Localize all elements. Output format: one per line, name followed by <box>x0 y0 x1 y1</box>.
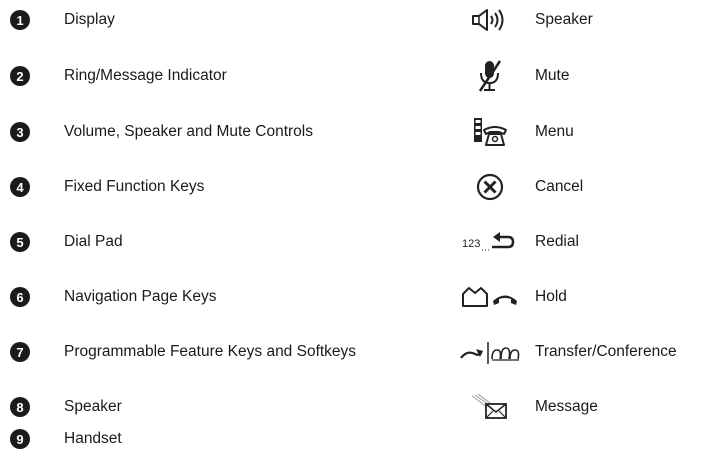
key-cancel: Cancel <box>0 173 714 201</box>
menu-icon <box>460 115 520 149</box>
key-hold: Hold <box>0 283 714 311</box>
key-label: Speaker <box>535 11 593 28</box>
key-label: Mute <box>535 67 570 84</box>
key-speaker: Speaker <box>0 6 714 34</box>
key-label: Redial <box>535 233 579 250</box>
speaker-icon <box>460 3 520 37</box>
key-label: Cancel <box>535 178 584 195</box>
key-transfer-conference: Transfer/Conference <box>0 338 714 366</box>
message-icon <box>460 390 520 424</box>
key-redial: 123 Redial <box>0 228 714 256</box>
hold-icon <box>460 280 520 314</box>
transfer-conference-icon <box>460 335 520 369</box>
key-label: Transfer/Conference <box>535 343 677 360</box>
key-message: Message <box>0 393 714 421</box>
legend-label: Handset <box>64 430 122 447</box>
redial-icon: 123 <box>460 225 520 259</box>
number-badge: 9 <box>10 429 30 449</box>
key-label: Hold <box>535 288 567 305</box>
mute-icon <box>460 59 520 93</box>
redial-glyph: 123 <box>462 238 480 250</box>
cancel-icon <box>460 170 520 204</box>
key-menu: Menu <box>0 118 714 146</box>
key-mute: Mute <box>0 59 714 93</box>
key-label: Message <box>535 398 598 415</box>
key-label: Menu <box>535 123 574 140</box>
